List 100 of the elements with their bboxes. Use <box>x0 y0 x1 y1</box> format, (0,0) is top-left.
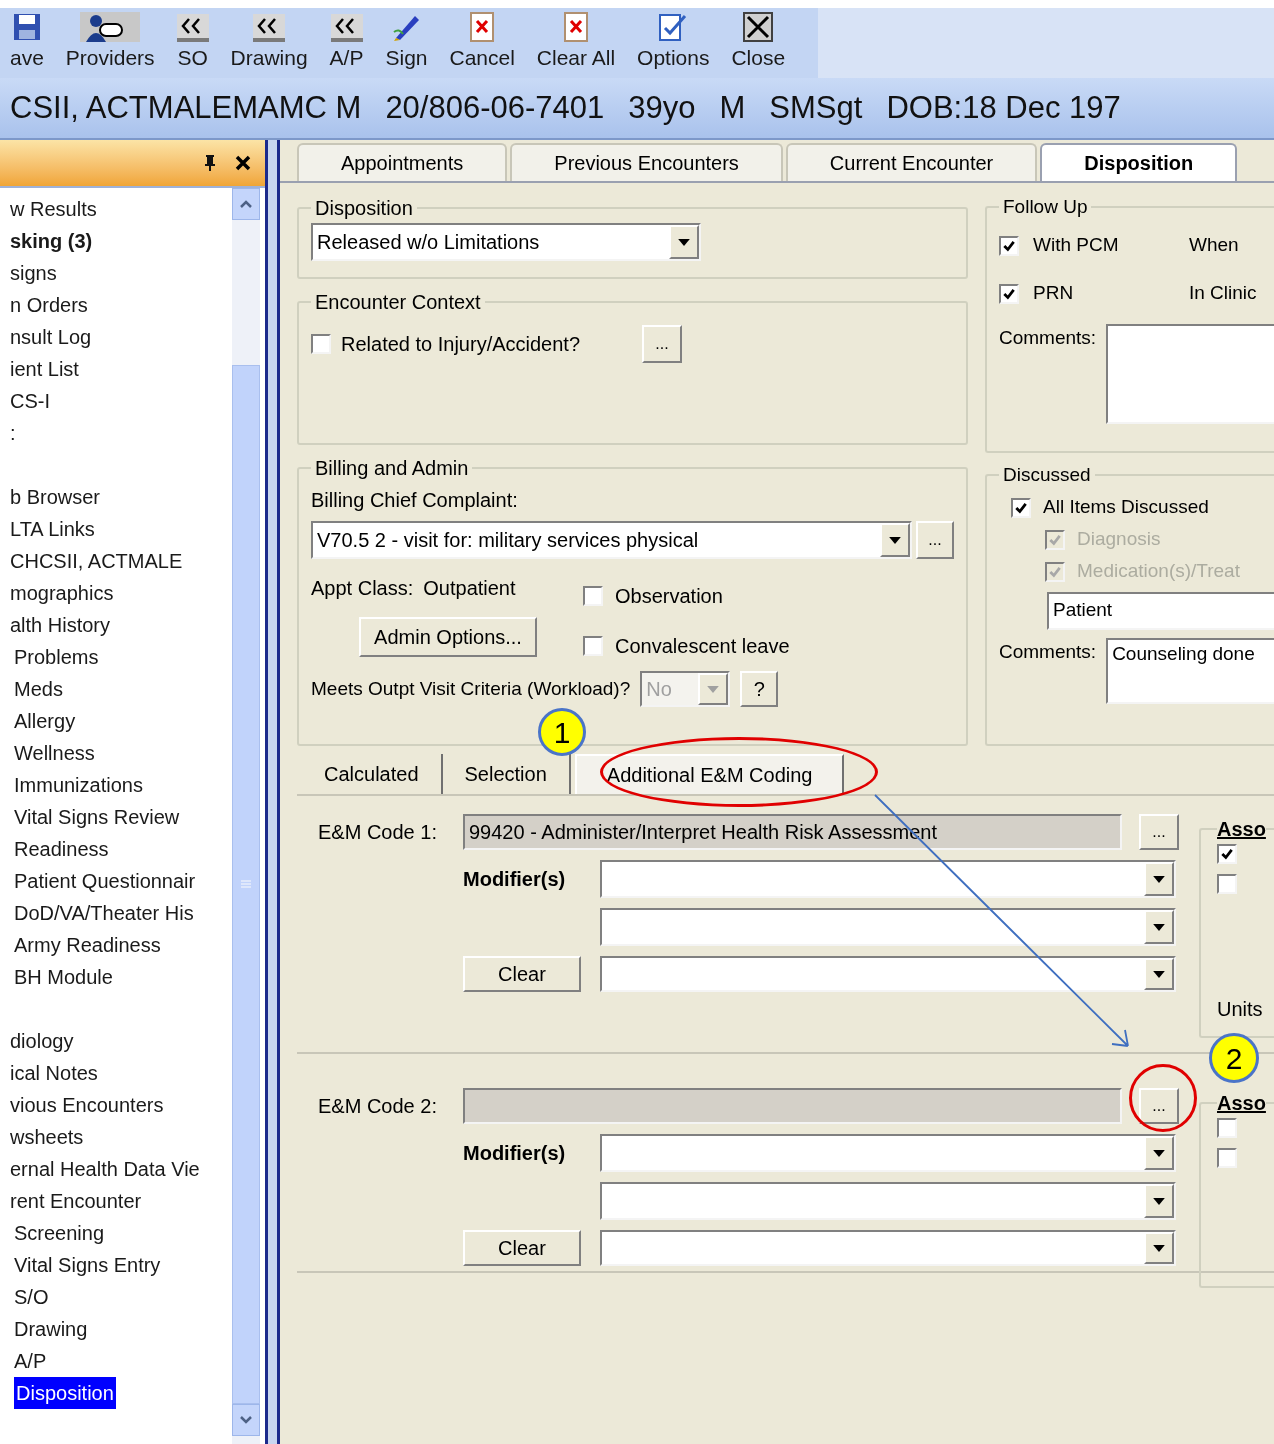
nav-item[interactable]: Army Readiness <box>14 929 161 961</box>
group-title: Encounter Context <box>314 290 482 315</box>
pin-icon[interactable] <box>203 154 217 172</box>
nav-item[interactable]: alth History <box>10 609 111 641</box>
clear-button[interactable]: Clear <box>463 1230 581 1266</box>
nav-item[interactable]: CHCSII, ACTMALE <box>10 545 183 577</box>
nav-item[interactable]: Immunizations <box>14 769 143 801</box>
nav-item[interactable]: sking (3) <box>10 225 93 257</box>
checkbox[interactable] <box>1217 1148 1237 1168</box>
dropdown-field[interactable] <box>600 956 1176 992</box>
scrollbar[interactable] <box>232 188 260 1444</box>
nav-item[interactable]: b Browser <box>10 481 101 513</box>
dropdown-field[interactable]: Released w/o Limitations <box>311 223 701 261</box>
nav-item[interactable]: nsult Log <box>10 321 92 353</box>
nav-item[interactable]: CS-I <box>10 385 50 417</box>
nav-item[interactable]: n Orders <box>10 289 88 321</box>
checkbox[interactable] <box>1217 1118 1237 1138</box>
nav-item[interactable]: BH Module <box>14 961 113 993</box>
toolbar-button[interactable]: SO <box>176 14 209 70</box>
comments-field[interactable] <box>1106 323 1274 424</box>
nav-item[interactable]: w Results <box>10 193 97 225</box>
toolbar-button[interactable]: Drawing <box>230 14 308 70</box>
nav-item[interactable]: vious Encounters <box>10 1089 164 1121</box>
checkmark-icon <box>1014 500 1028 515</box>
clear-button[interactable]: Clear <box>463 956 581 992</box>
toolbar-button[interactable]: ave <box>10 12 44 70</box>
dropdown-field[interactable] <box>600 1182 1176 1220</box>
nav-item[interactable]: Wellness <box>14 737 95 769</box>
nav-item[interactable]: signs <box>10 257 57 289</box>
dropdown-field[interactable]: V70.5 2 - visit for: military services physical <box>311 521 912 559</box>
nav-item[interactable]: Disposition <box>14 1377 116 1409</box>
nav-item[interactable]: Vital Signs Entry <box>14 1249 161 1281</box>
dropdown-field[interactable] <box>600 1134 1176 1172</box>
nav-item[interactable]: Screening <box>14 1217 105 1249</box>
nav-item[interactable]: rent Encounter <box>10 1185 142 1217</box>
checkbox[interactable] <box>583 636 603 656</box>
admin-options-button[interactable]: Admin Options... <box>359 617 537 657</box>
nav-item[interactable]: A/P <box>14 1345 47 1377</box>
field-label: Billing Chief Complaint: <box>311 488 519 513</box>
nav-item[interactable]: LTA Links <box>10 513 95 545</box>
tab[interactable]: Disposition <box>1040 143 1238 181</box>
tab[interactable]: Previous Encounters <box>510 143 783 181</box>
checkbox-label: Medication(s)/Treat <box>1077 559 1240 584</box>
code-field[interactable] <box>463 1088 1122 1124</box>
toolbar-button[interactable]: A/P <box>329 14 364 70</box>
checkbox[interactable] <box>1217 844 1237 864</box>
comments-field[interactable]: Counseling done <box>1106 637 1274 704</box>
tab[interactable]: Additional E&M Coding <box>574 754 845 794</box>
dropdown-field[interactable] <box>600 908 1176 946</box>
group-title: Disposition <box>314 196 414 221</box>
scroll-down-button[interactable] <box>232 1404 260 1436</box>
toolbar-button[interactable]: Sign <box>385 12 428 70</box>
nav-item[interactable]: Problems <box>14 641 99 673</box>
nav-item[interactable]: Meds <box>14 673 63 705</box>
help-button[interactable]: ? <box>740 671 779 707</box>
checkbox[interactable] <box>999 283 1019 304</box>
toolbar-button[interactable]: Options <box>637 12 710 70</box>
nav-item[interactable]: Allergy <box>14 705 76 737</box>
browse-button[interactable]: ... <box>1139 814 1179 850</box>
banner-field: CSII, ACTMALEMAMC M <box>10 84 362 132</box>
nav-item[interactable]: Patient Questionnair <box>14 865 196 897</box>
nav-item[interactable]: wsheets <box>10 1121 84 1153</box>
scrollbar-thumb[interactable] <box>232 365 260 1404</box>
tab[interactable]: Appointments <box>297 143 508 181</box>
checkbox[interactable] <box>1217 874 1237 894</box>
nav-item[interactable]: Drawing <box>14 1313 88 1345</box>
text-field[interactable]: Patient <box>1047 591 1274 630</box>
checkbox[interactable] <box>311 334 331 354</box>
close-icon[interactable] <box>235 155 251 171</box>
nav-item[interactable]: ical Notes <box>10 1057 98 1089</box>
toolbar-button[interactable]: Clear All <box>536 12 616 70</box>
browse-button[interactable]: ... <box>642 325 683 363</box>
checkbox[interactable] <box>1011 497 1031 518</box>
nav-item[interactable]: mographics <box>10 577 114 609</box>
banner-field: DOB:18 Dec 197 <box>886 84 1121 132</box>
toolbar-button[interactable]: Close <box>731 12 786 70</box>
dropdown-field[interactable] <box>600 860 1176 898</box>
checkbox[interactable] <box>999 235 1019 256</box>
nav-item[interactable]: diology <box>10 1025 74 1057</box>
scroll-up-button[interactable] <box>232 188 260 220</box>
tab[interactable]: Calculated <box>302 754 443 794</box>
checkbox-label: Convalescent leave <box>615 634 790 659</box>
nav-item[interactable]: : <box>10 417 16 449</box>
nav-item[interactable]: ient List <box>10 353 79 385</box>
toolbar-button[interactable]: Providers <box>65 12 155 70</box>
toolbar-button[interactable]: Cancel <box>449 12 515 70</box>
checkmark-icon <box>1048 564 1062 579</box>
tab[interactable]: Current Encounter <box>785 143 1038 181</box>
nav-item[interactable]: DoD/VA/Theater His <box>14 897 194 929</box>
nav-item[interactable]: S/O <box>14 1281 49 1313</box>
browse-button[interactable]: ... <box>1139 1088 1179 1124</box>
nav-item[interactable]: Vital Signs Review <box>14 801 180 833</box>
nav-item[interactable]: Readiness <box>14 833 109 865</box>
splitter[interactable] <box>265 140 280 1444</box>
checkbox[interactable] <box>583 586 603 606</box>
caret-icon <box>1153 1149 1165 1157</box>
browse-button[interactable]: ... <box>916 521 954 559</box>
nav-item[interactable]: ernal Health Data Vie <box>10 1153 200 1185</box>
group-title: Billing and Admin <box>314 456 470 481</box>
dropdown-field[interactable] <box>600 1230 1176 1266</box>
